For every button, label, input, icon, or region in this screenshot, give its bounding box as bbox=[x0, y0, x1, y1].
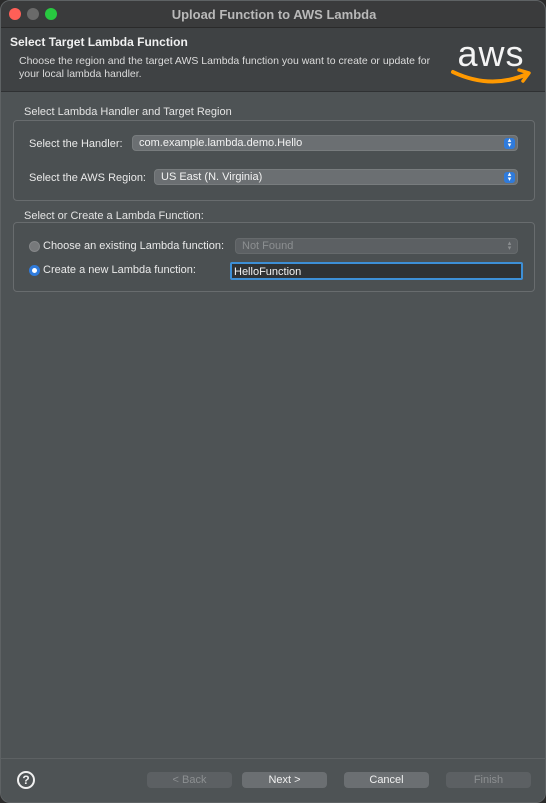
region-label: Select the AWS Region: bbox=[29, 172, 146, 184]
title-bar: Upload Function to AWS Lambda bbox=[1, 1, 545, 28]
function-group: Choose an existing Lambda function: Not … bbox=[13, 222, 535, 292]
finish-button[interactable]: Finish bbox=[446, 772, 531, 788]
page-description: Choose the region and the target AWS Lam… bbox=[19, 55, 431, 80]
wizard-header: Select Target Lambda Function Choose the… bbox=[1, 28, 545, 92]
handler-select[interactable]: com.example.lambda.demo.Hello ▴ ▾ bbox=[132, 135, 518, 151]
aws-logo-icon: aws bbox=[451, 33, 531, 84]
region-select-value: US East (N. Virginia) bbox=[161, 171, 263, 183]
cancel-button[interactable]: Cancel bbox=[344, 772, 429, 788]
page-title: Select Target Lambda Function bbox=[10, 35, 188, 49]
function-group-label: Select or Create a Lambda Function: bbox=[24, 210, 204, 222]
help-icon[interactable]: ? bbox=[17, 771, 35, 789]
region-select[interactable]: US East (N. Virginia) ▴ ▾ bbox=[154, 169, 518, 185]
handler-label: Select the Handler: bbox=[29, 138, 123, 150]
new-function-name-field[interactable] bbox=[230, 262, 523, 280]
wizard-footer: ? < Back Next > Cancel Finish bbox=[1, 758, 545, 802]
existing-function-select[interactable]: Not Found ▴ ▾ bbox=[235, 238, 518, 254]
window-title: Upload Function to AWS Lambda bbox=[171, 7, 377, 22]
back-button[interactable]: < Back bbox=[147, 772, 232, 788]
existing-function-radio[interactable] bbox=[29, 241, 40, 252]
handler-region-group-label: Select Lambda Handler and Target Region bbox=[24, 106, 232, 118]
existing-function-select-value: Not Found bbox=[242, 240, 294, 252]
upload-lambda-dialog: Upload Function to AWS Lambda Select Tar… bbox=[0, 0, 546, 803]
next-button[interactable]: Next > bbox=[242, 772, 327, 788]
new-function-name-input[interactable] bbox=[232, 265, 521, 279]
aws-logo-text: aws bbox=[457, 33, 524, 74]
new-function-label[interactable]: Create a new Lambda function: bbox=[43, 264, 196, 276]
chevron-updown-icon: ▴ ▾ bbox=[507, 240, 512, 252]
existing-function-label[interactable]: Choose an existing Lambda function: bbox=[43, 240, 224, 252]
handler-select-value: com.example.lambda.demo.Hello bbox=[139, 137, 303, 149]
new-function-radio[interactable] bbox=[29, 265, 40, 276]
handler-region-group: Select the Handler: com.example.lambda.d… bbox=[13, 120, 535, 201]
chevron-updown-icon: ▴ ▾ bbox=[504, 171, 515, 183]
chevron-updown-icon: ▴ ▾ bbox=[504, 137, 515, 149]
